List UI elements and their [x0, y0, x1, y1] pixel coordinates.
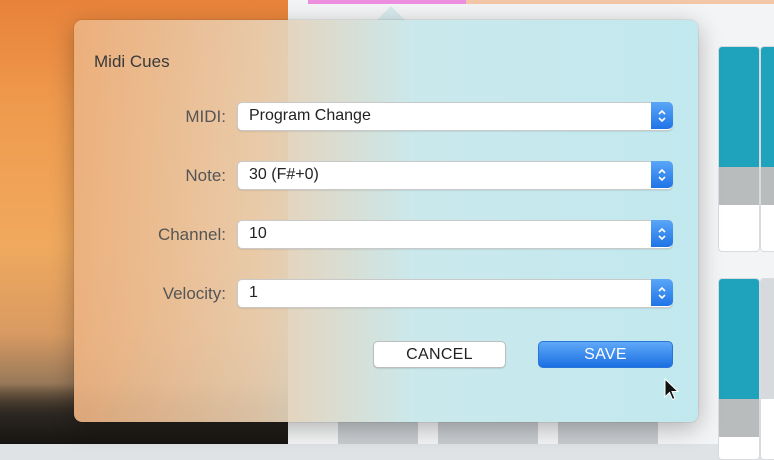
cue-card-strip: [438, 422, 538, 444]
chevron-up-down-icon[interactable]: [651, 161, 673, 188]
velocity-select[interactable]: 1: [237, 279, 673, 308]
cue-card-color: [761, 279, 774, 399]
note-value: 30 (F#+0): [249, 166, 319, 183]
cue-card-strip: [558, 422, 658, 444]
chevron-up-down-icon[interactable]: [651, 279, 673, 306]
cue-card[interactable]: [718, 278, 760, 460]
cancel-button[interactable]: CANCEL: [373, 341, 506, 368]
midi-type-label: MIDI:: [185, 107, 226, 126]
midi-type-select[interactable]: Program Change: [237, 102, 673, 131]
midi-cues-dialog: Midi Cues MIDI: Program Change Note: 30 …: [74, 20, 698, 422]
cue-card-color: [761, 47, 774, 167]
popover-arrow: [377, 6, 405, 20]
chevron-up-down-icon[interactable]: [651, 220, 673, 247]
velocity-label: Velocity:: [162, 284, 226, 303]
mouse-pointer-icon: [664, 378, 680, 401]
cue-card[interactable]: [760, 278, 774, 460]
cue-card-strip: [719, 167, 759, 205]
cue-card[interactable]: [718, 46, 760, 252]
cue-card-color: [719, 47, 759, 167]
save-button[interactable]: SAVE: [538, 341, 673, 368]
chevron-up-down-icon[interactable]: [651, 102, 673, 129]
note-label: Note:: [185, 166, 226, 185]
app-top-bar-accent: [308, 0, 466, 4]
note-select[interactable]: 30 (F#+0): [237, 161, 673, 190]
dialog-title: Midi Cues: [94, 52, 170, 71]
channel-select[interactable]: 10: [237, 220, 673, 249]
channel-value: 10: [249, 225, 267, 242]
cue-card-strip: [338, 422, 418, 444]
channel-label: Channel:: [157, 225, 226, 244]
cue-card-strip: [761, 167, 774, 205]
cue-card[interactable]: [760, 46, 774, 252]
app-top-bar: [308, 0, 774, 4]
cue-card-strip: [719, 399, 759, 437]
midi-type-value: Program Change: [249, 107, 371, 124]
cue-card-color: [719, 279, 759, 399]
velocity-value: 1: [249, 284, 258, 301]
